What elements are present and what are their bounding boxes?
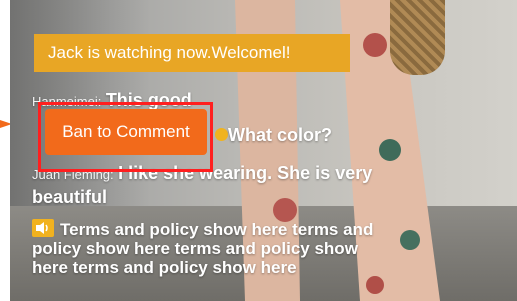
ban-to-comment-button[interactable]: Ban to Comment xyxy=(45,109,207,155)
handbag-image xyxy=(390,0,445,75)
speaker-icon xyxy=(32,219,54,237)
chat-message: What color? xyxy=(228,125,332,146)
welcome-banner: Jack is watching now.Welcomel! xyxy=(34,34,350,72)
terms-notice: Terms and policy show here terms and pol… xyxy=(32,219,382,277)
ban-comment-highlight: Ban to Comment xyxy=(38,102,213,172)
chat-text: What color? xyxy=(228,125,332,145)
live-stream-view: Jack is watching now.Welcomel! Hanmeimei… xyxy=(10,0,517,301)
gift-icon xyxy=(215,128,228,141)
terms-text: Terms and policy show here terms and pol… xyxy=(32,220,374,277)
